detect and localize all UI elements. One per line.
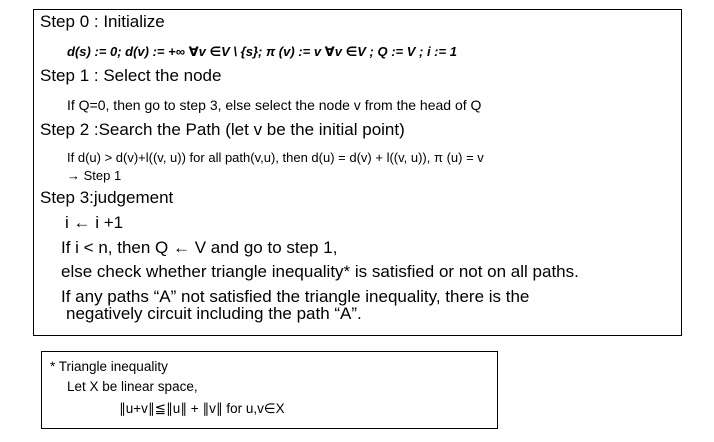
footnote-line2: Let X be linear space, xyxy=(67,379,198,394)
footnote-line3: ∥u+v∥≦∥u∥ + ∥v∥ for u,v∈X xyxy=(119,401,285,416)
step2-body-line2: → Step 1 xyxy=(67,168,122,183)
step0-body: d(s) := 0; d(v) := +∞ ∀v ∈V \ {s}; π (v)… xyxy=(67,44,457,59)
step1-body: If Q=0, then go to step 3, else select t… xyxy=(67,97,482,113)
step3-line3: else check whether triangle inequality* … xyxy=(61,262,579,281)
step3-line5: negatively circuit including the path “A… xyxy=(66,304,362,323)
step3-line1: i ← i +1 xyxy=(65,213,124,232)
step3-line2: If i < n, then Q ← V and go to step 1, xyxy=(61,238,338,257)
step2-body-line1: If d(u) > d(v)+l((v, u)) for all path(v,… xyxy=(67,150,484,165)
step3-title: Step 3:judgement xyxy=(40,188,174,207)
footnote-line1: * Triangle inequality xyxy=(50,359,168,374)
step0-title: Step 0 : Initialize xyxy=(40,12,165,31)
step2-title: Step 2 :Search the Path (let v be the in… xyxy=(40,120,405,139)
step1-title: Step 1 : Select the node xyxy=(40,66,222,85)
